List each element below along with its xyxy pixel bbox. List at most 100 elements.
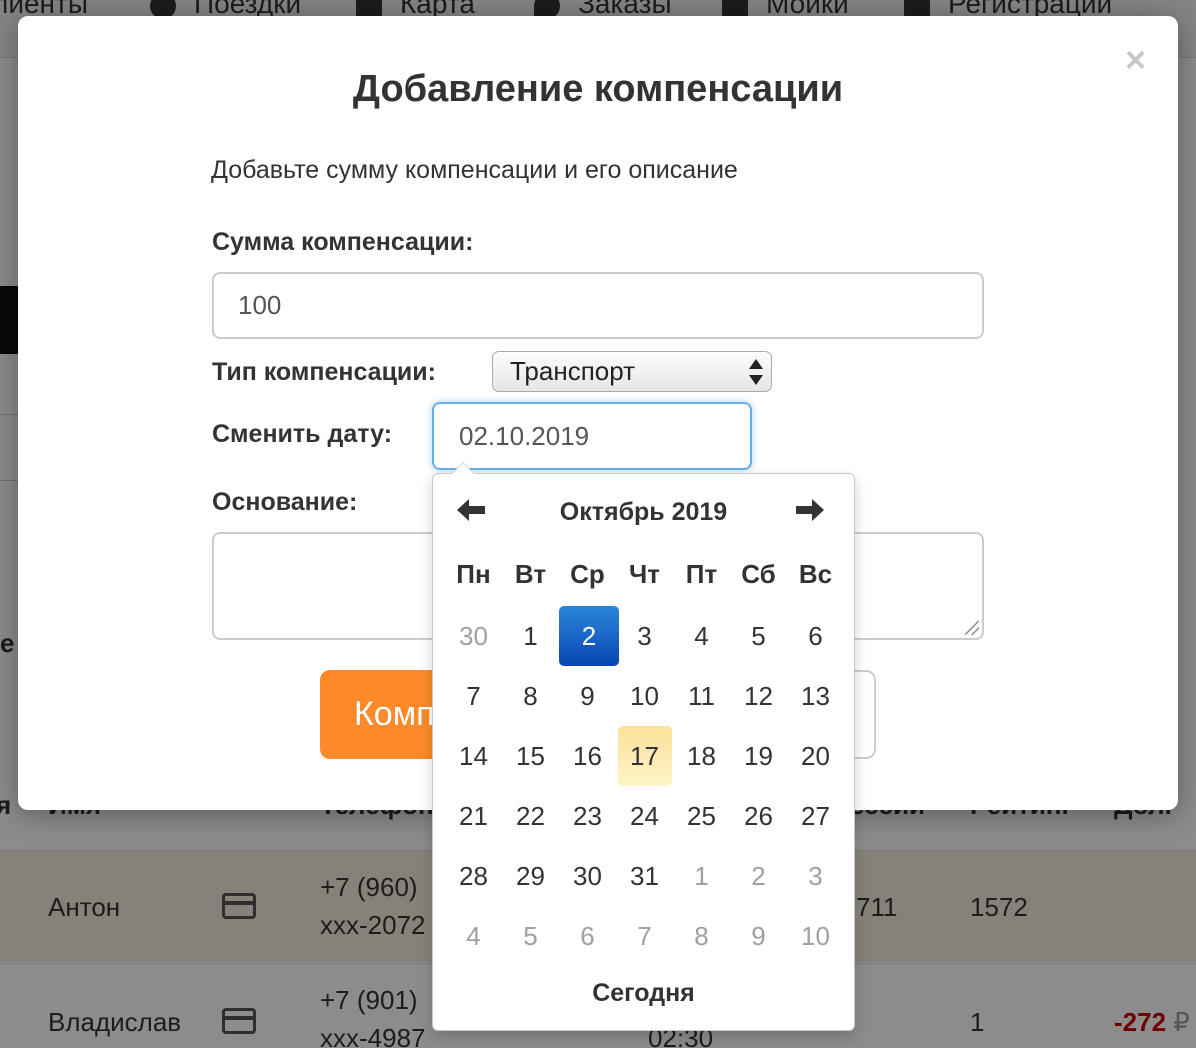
day-number: 4 — [694, 621, 709, 651]
day-cell[interactable]: 4 — [673, 606, 730, 666]
day-cell[interactable]: 23 — [559, 786, 616, 846]
type-label: Тип компенсации: — [212, 358, 436, 386]
datepicker-caret — [451, 462, 475, 474]
week-row: 28 29 30 31 1 2 3 — [445, 846, 844, 906]
day-cell[interactable]: 1 — [673, 846, 730, 906]
type-select[interactable]: Транспорт — [492, 351, 772, 392]
datepicker-grid: Пн Вт Ср Чт Пт Сб Вс 30 1 2 3 4 5 6 7 8 9 10 11 12 13… — [445, 546, 844, 966]
day-cell[interactable]: 3 — [616, 606, 673, 666]
day-cell[interactable]: 6 — [787, 606, 844, 666]
day-cell[interactable]: 5 — [730, 606, 787, 666]
next-month-button[interactable] — [794, 496, 834, 528]
day-number: 2 — [559, 606, 619, 666]
day-cell[interactable]: 7 — [616, 906, 673, 966]
week-row: 30 1 2 3 4 5 6 — [445, 606, 844, 666]
day-number: 1 — [694, 861, 709, 891]
modal-subtitle: Добавьте сумму компенсации и его описани… — [211, 156, 738, 184]
day-number: 27 — [801, 801, 830, 831]
day-number: 17 — [617, 726, 672, 786]
day-cell[interactable]: 11 — [673, 666, 730, 726]
day-cell[interactable]: 5 — [502, 906, 559, 966]
day-cell[interactable]: 26 — [730, 786, 787, 846]
day-number: 26 — [744, 801, 773, 831]
day-cell[interactable]: 10 — [787, 906, 844, 966]
day-number: 15 — [516, 741, 545, 771]
weekday-thu: Чт — [628, 559, 660, 589]
day-cell[interactable]: 18 — [673, 726, 730, 786]
day-cell[interactable]: 1 — [502, 606, 559, 666]
day-number: 10 — [630, 681, 659, 711]
day-number: 14 — [459, 741, 488, 771]
day-cell[interactable]: 2 — [730, 846, 787, 906]
day-cell[interactable]: 8 — [502, 666, 559, 726]
arrow-right-icon — [796, 499, 824, 521]
day-number: 31 — [630, 861, 659, 891]
day-number: 25 — [687, 801, 716, 831]
day-number: 12 — [744, 681, 773, 711]
day-cell[interactable]: 16 — [559, 726, 616, 786]
day-cell[interactable]: 3 — [787, 846, 844, 906]
day-number: 11 — [688, 681, 715, 711]
day-cell[interactable]: 4 — [445, 906, 502, 966]
weekday-sat: Сб — [741, 559, 776, 589]
weekday-sun: Вс — [798, 559, 833, 589]
day-number: 8 — [694, 921, 709, 951]
day-cell[interactable]: 14 — [445, 726, 502, 786]
day-cell[interactable]: 19 — [730, 726, 787, 786]
day-number: 2 — [751, 861, 766, 891]
day-cell-selected[interactable]: 2 — [559, 606, 619, 666]
day-cell[interactable]: 28 — [445, 846, 502, 906]
day-number: 22 — [516, 801, 545, 831]
day-number: 9 — [580, 681, 595, 711]
day-cell[interactable]: 27 — [787, 786, 844, 846]
datepicker-month-title[interactable]: Октябрь 2019 — [433, 498, 854, 527]
weekday-tue: Вт — [514, 559, 547, 589]
day-cell[interactable]: 30 — [445, 606, 502, 666]
day-cell-today[interactable]: 17 — [616, 726, 673, 786]
day-number: 1 — [523, 621, 538, 651]
day-number: 8 — [523, 681, 538, 711]
day-number: 7 — [637, 921, 652, 951]
day-number: 30 — [573, 861, 602, 891]
day-cell[interactable]: 21 — [445, 786, 502, 846]
modal-title: Добавление компенсации — [352, 68, 844, 110]
day-cell[interactable]: 20 — [787, 726, 844, 786]
day-cell[interactable]: 31 — [616, 846, 673, 906]
amount-label: Сумма компенсации: — [212, 228, 474, 256]
day-cell[interactable]: 13 — [787, 666, 844, 726]
day-number: 6 — [580, 921, 595, 951]
day-cell[interactable]: 25 — [673, 786, 730, 846]
day-number: 28 — [459, 861, 488, 891]
weekday-fri: Пт — [685, 559, 718, 589]
resize-handle-icon[interactable] — [965, 621, 979, 635]
weekday-wed: Ср — [570, 559, 605, 589]
day-number: 5 — [751, 621, 766, 651]
day-cell[interactable]: 10 — [616, 666, 673, 726]
day-cell[interactable]: 12 — [730, 666, 787, 726]
day-number: 24 — [630, 801, 659, 831]
day-cell[interactable]: 8 — [673, 906, 730, 966]
day-cell[interactable]: 22 — [502, 786, 559, 846]
day-number: 3 — [637, 621, 652, 651]
day-cell[interactable]: 6 — [559, 906, 616, 966]
type-select-value: Транспорт — [510, 356, 636, 386]
amount-input[interactable]: 100 — [212, 272, 984, 339]
day-cell[interactable]: 7 — [445, 666, 502, 726]
day-cell[interactable]: 15 — [502, 726, 559, 786]
date-label: Сменить дату: — [212, 420, 393, 448]
day-number: 30 — [459, 621, 488, 651]
day-cell[interactable]: 29 — [502, 846, 559, 906]
date-input[interactable]: 02.10.2019 — [432, 402, 752, 470]
day-number: 3 — [808, 861, 823, 891]
select-arrows-icon — [749, 359, 763, 385]
datepicker-popup: Октябрь 2019 Пн Вт Ср Чт Пт Сб Вс 30 1 2 3 4… — [432, 462, 855, 1031]
day-number: 18 — [687, 741, 716, 771]
day-cell[interactable]: 9 — [559, 666, 616, 726]
day-number: 9 — [751, 921, 766, 951]
day-cell[interactable]: 30 — [559, 846, 616, 906]
today-button[interactable]: Сегодня — [433, 979, 854, 1008]
week-row: 4 5 6 7 8 9 10 — [445, 906, 844, 966]
day-cell[interactable]: 9 — [730, 906, 787, 966]
day-cell[interactable]: 24 — [616, 786, 673, 846]
day-number: 21 — [459, 801, 488, 831]
